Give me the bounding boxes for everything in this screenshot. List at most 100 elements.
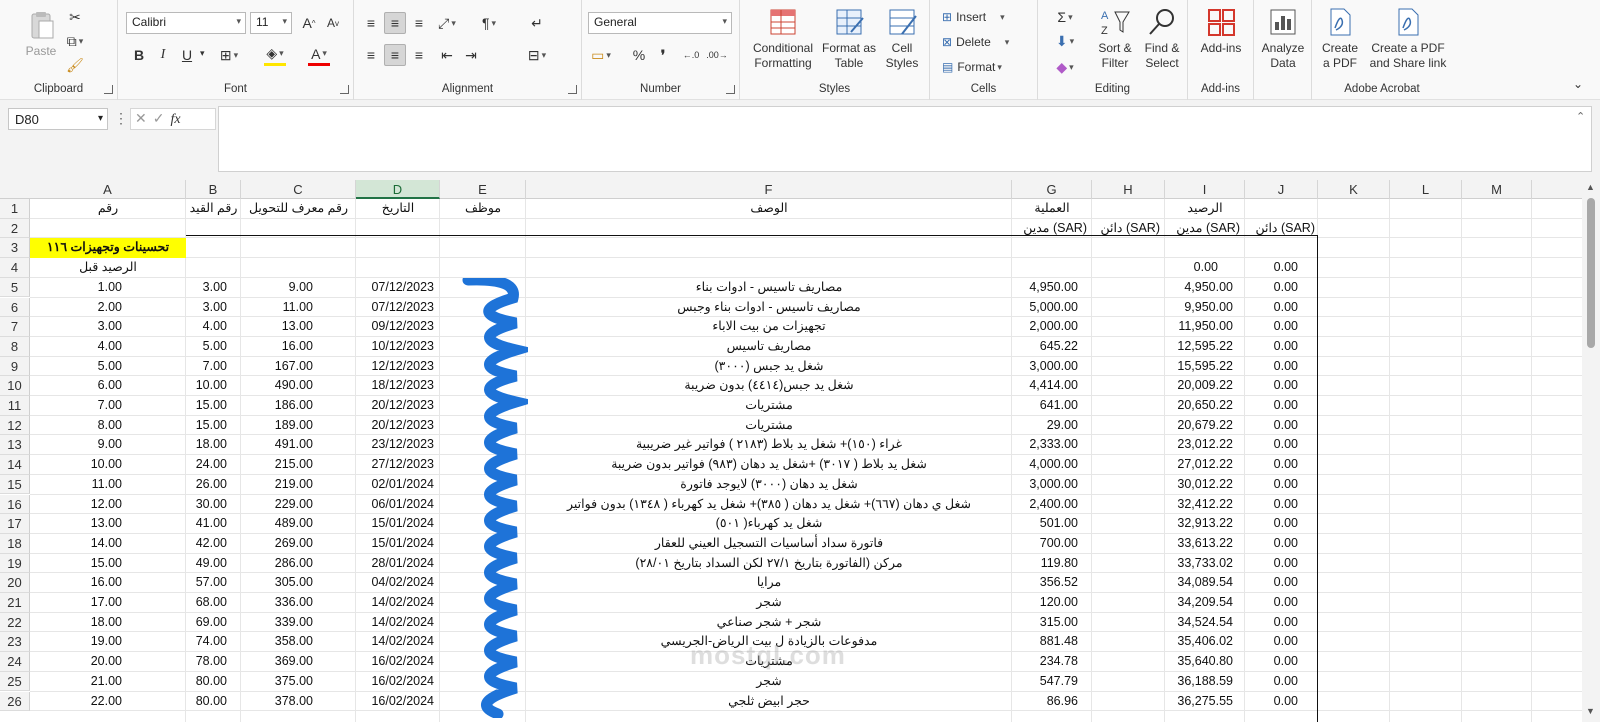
cell-debit[interactable]: 645.22 xyxy=(1012,337,1078,357)
row-header-5[interactable]: 5 xyxy=(0,277,30,298)
cell-balance-debit[interactable]: 20,009.22 xyxy=(1165,376,1233,396)
cell-balance-debit[interactable]: 15,595.22 xyxy=(1165,357,1233,377)
row-header-13[interactable]: 13 xyxy=(0,435,30,456)
accounting-format-icon[interactable]: ▭ ▾ xyxy=(590,44,612,66)
cell-date[interactable]: 20/12/2023 xyxy=(356,416,434,436)
cell-debit[interactable]: 700.00 xyxy=(1012,534,1078,554)
cell-number[interactable]: 21.00 xyxy=(30,672,122,692)
cell-entry-number[interactable]: 49.00 xyxy=(186,554,227,574)
underline-button[interactable]: U xyxy=(176,44,198,66)
cell-balance-credit[interactable]: 0.00 xyxy=(1245,692,1298,712)
cell-number[interactable]: 12.00 xyxy=(30,495,122,515)
header-operation[interactable]: العملية xyxy=(1012,199,1092,219)
cell-debit[interactable]: 881.48 xyxy=(1012,632,1078,652)
analyze-data-button[interactable]: Analyze Data xyxy=(1256,6,1310,71)
scroll-down-icon[interactable]: ▼ xyxy=(1586,706,1595,716)
column-header-l[interactable]: L xyxy=(1390,180,1462,199)
cell-debit[interactable]: 547.79 xyxy=(1012,672,1078,692)
column-header-c[interactable]: C xyxy=(241,180,356,199)
comma-style-icon[interactable]: ❜ xyxy=(652,44,674,66)
cell-description[interactable]: شغل يد كهرباء( ٥٠١) xyxy=(526,514,1012,534)
opening-label[interactable]: الرصيد قبل xyxy=(30,258,186,278)
row-header-12[interactable]: 12 xyxy=(0,415,30,436)
bold-button[interactable]: B xyxy=(128,44,150,66)
cell-balance-credit[interactable]: 0.00 xyxy=(1245,672,1298,692)
cell-balance-credit[interactable]: 0.00 xyxy=(1245,435,1298,455)
cell-number[interactable]: 6.00 xyxy=(30,376,122,396)
formula-input[interactable] xyxy=(218,106,1592,172)
cell-entry-number[interactable]: 74.00 xyxy=(186,632,227,652)
cell-transfer-id[interactable]: 358.00 xyxy=(241,632,313,652)
cell-number[interactable]: 3.00 xyxy=(30,317,122,337)
cell-debit[interactable]: 86.96 xyxy=(1012,692,1078,712)
row-header-4[interactable]: 4 xyxy=(0,258,30,278)
font-size-combo[interactable]: 11 ▾ xyxy=(250,12,292,34)
merge-center-icon[interactable]: ⊟ ▾ xyxy=(526,44,548,66)
orientation-icon[interactable]: ⤢ ▾ xyxy=(436,12,458,34)
cell-debit[interactable]: 29.00 xyxy=(1012,416,1078,436)
cut-icon[interactable]: ✂ xyxy=(64,6,86,28)
cell-transfer-id[interactable]: 9.00 xyxy=(241,278,313,298)
cell-entry-number[interactable]: 41.00 xyxy=(186,514,227,534)
cell-entry-number[interactable]: 80.00 xyxy=(186,692,227,712)
column-header-a[interactable]: A xyxy=(30,180,186,199)
cell-balance-credit[interactable]: 0.00 xyxy=(1245,278,1298,298)
cell-number[interactable]: 5.00 xyxy=(30,357,122,377)
cell-balance-credit[interactable]: 0.00 xyxy=(1245,632,1298,652)
row-header-10[interactable]: 10 xyxy=(0,376,30,396)
cell-description[interactable]: مشتريات xyxy=(526,396,1012,416)
cell-date[interactable]: 16/02/2024 xyxy=(356,652,434,672)
cell-date[interactable]: 09/12/2023 xyxy=(356,317,434,337)
cell-balance-debit[interactable]: 32,412.22 xyxy=(1165,495,1233,515)
cell-balance-credit[interactable]: 0.00 xyxy=(1245,593,1298,613)
cell-balance-credit[interactable]: 0.00 xyxy=(1245,495,1298,515)
cell-entry-number[interactable]: 5.00 xyxy=(186,337,227,357)
cell-description[interactable]: فاتورة سداد أساسيات التسجيل العيني للعقا… xyxy=(526,534,1012,554)
decrease-indent-icon[interactable]: ⇤ xyxy=(436,44,458,66)
cell-number[interactable]: 22.00 xyxy=(30,692,122,712)
cell-entry-number[interactable]: 30.00 xyxy=(186,495,227,515)
cell-number[interactable]: 14.00 xyxy=(30,534,122,554)
row-header-22[interactable]: 22 xyxy=(0,612,30,633)
cell-balance-debit[interactable]: 36,275.55 xyxy=(1165,692,1233,712)
cell-number[interactable]: 9.00 xyxy=(30,435,122,455)
cell-entry-number[interactable]: 24.00 xyxy=(186,455,227,475)
create-pdf-button[interactable]: Create a PDF xyxy=(1318,6,1362,71)
cell-balance-credit[interactable]: 0.00 xyxy=(1245,337,1298,357)
cell-date[interactable]: 14/02/2024 xyxy=(356,613,434,633)
vertical-scrollbar[interactable]: ▲ ▼ xyxy=(1582,180,1600,722)
cell-entry-number[interactable]: 3.00 xyxy=(186,278,227,298)
cell-transfer-id[interactable]: 219.00 xyxy=(241,475,313,495)
format-painter-icon[interactable]: 🖌 xyxy=(64,54,86,76)
cell-transfer-id[interactable]: 167.00 xyxy=(241,357,313,377)
cell-number[interactable]: 1.00 xyxy=(30,278,122,298)
wrap-text-icon[interactable]: ↵ xyxy=(526,12,548,34)
cell-entry-number[interactable]: 4.00 xyxy=(186,317,227,337)
cell-entry-number[interactable]: 80.00 xyxy=(186,672,227,692)
cell-date[interactable]: 10/12/2023 xyxy=(356,337,434,357)
cell-date[interactable]: 14/02/2024 xyxy=(356,593,434,613)
shrink-font-icon[interactable]: Av xyxy=(322,12,344,34)
cell-balance-credit[interactable]: 0.00 xyxy=(1245,416,1298,436)
cell-balance-debit[interactable]: 36,188.59 xyxy=(1165,672,1233,692)
column-header-h[interactable]: H xyxy=(1092,180,1165,199)
font-launcher-icon[interactable] xyxy=(340,85,349,94)
cell-date[interactable]: 06/01/2024 xyxy=(356,495,434,515)
cell-description[interactable]: شغل يد جبس(٤٤١٤) بدون ضريبة xyxy=(526,376,1012,396)
cell-description[interactable]: مركن (الفاتورة بتاريخ ٢٧/١ لكن السداد بت… xyxy=(526,554,1012,574)
cell-balance-debit[interactable]: 33,733.02 xyxy=(1165,554,1233,574)
cell-balance-credit[interactable]: 0.00 xyxy=(1245,376,1298,396)
cell-balance-credit[interactable]: 0.00 xyxy=(1245,573,1298,593)
row-header-20[interactable]: 20 xyxy=(0,573,30,593)
cell-entry-number[interactable]: 15.00 xyxy=(186,416,227,436)
cell-balance-credit[interactable]: 0.00 xyxy=(1245,613,1298,633)
conditional-formatting-button[interactable]: Conditional Formatting xyxy=(746,6,820,71)
underline-dropdown-icon[interactable]: ▾ xyxy=(200,48,205,59)
cell-date[interactable]: 23/12/2023 xyxy=(356,435,434,455)
cell-debit[interactable]: 4,950.00 xyxy=(1012,278,1078,298)
cell-transfer-id[interactable]: 215.00 xyxy=(241,455,313,475)
cell-transfer-id[interactable]: 286.00 xyxy=(241,554,313,574)
cell-balance-debit[interactable]: 11,950.00 xyxy=(1165,317,1233,337)
header-transfer-id[interactable]: رقم معرف للتحويل xyxy=(241,199,356,219)
cell-date[interactable]: 16/02/2024 xyxy=(356,692,434,712)
